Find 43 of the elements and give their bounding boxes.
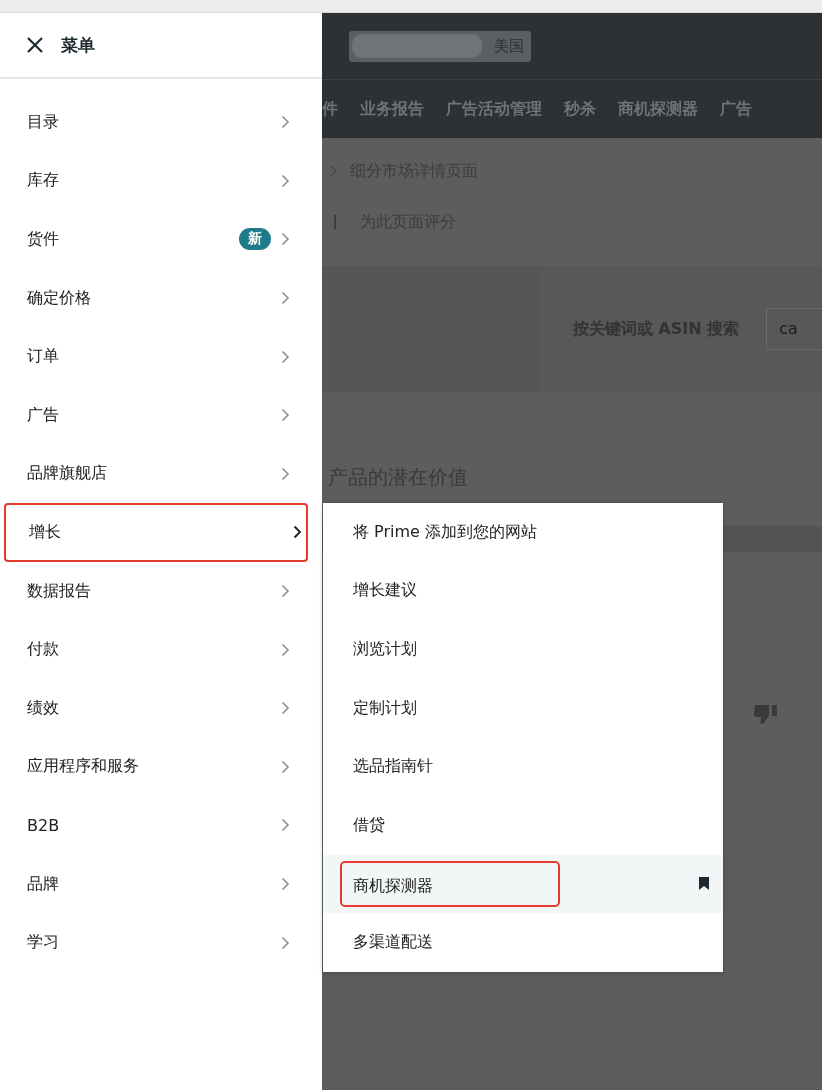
menu-item[interactable]: 广告: [0, 385, 318, 445]
submenu-item[interactable]: 借贷: [323, 795, 723, 855]
menu-item[interactable]: 绩效: [0, 678, 318, 738]
menu-item[interactable]: 确定价格: [0, 268, 318, 328]
chevron-right-icon: [281, 349, 290, 364]
submenu-item[interactable]: 多渠道配送: [323, 913, 723, 972]
menu-item[interactable]: 数据报告: [0, 561, 318, 621]
chevron-right-icon: [293, 525, 302, 540]
menu-item[interactable]: 应用程序和服务: [0, 737, 318, 797]
chevron-right-icon: [281, 642, 290, 657]
menu-item[interactable]: 增长: [4, 503, 308, 562]
new-badge: 新: [239, 228, 271, 251]
chevron-right-icon: [281, 818, 290, 833]
chevron-right-icon: [281, 291, 290, 306]
submenu-item[interactable]: 将 Prime 添加到您的网站: [323, 503, 723, 562]
menu-item[interactable]: 目录: [0, 93, 318, 152]
menu-item[interactable]: 库存: [0, 151, 318, 211]
chevron-right-icon: [281, 408, 290, 423]
chevron-right-icon: [281, 115, 290, 130]
submenu-item[interactable]: 定制计划: [323, 678, 723, 738]
menu-item[interactable]: 品牌旗舰店: [0, 444, 318, 504]
chevron-right-icon: [281, 935, 290, 950]
menu-item[interactable]: 学习: [0, 913, 318, 972]
submenu-item[interactable]: 商机探测器: [323, 854, 723, 914]
chevron-right-icon: [281, 877, 290, 891]
menu-item[interactable]: 订单: [0, 327, 318, 386]
close-icon[interactable]: [27, 37, 43, 53]
submenu-item[interactable]: 选品指南针: [323, 737, 723, 796]
menu-item[interactable]: 货件 新: [0, 210, 318, 269]
menu-item[interactable]: 付款: [0, 620, 318, 679]
thumbs-down-icon: [753, 702, 779, 726]
chevron-right-icon: [281, 701, 290, 716]
chevron-right-icon: [281, 759, 290, 774]
menu-item[interactable]: B2B: [0, 796, 318, 855]
menu-item[interactable]: 品牌: [0, 854, 318, 914]
chevron-right-icon: [281, 584, 290, 599]
menu-title: 菜单: [61, 33, 95, 57]
chevron-right-icon: [281, 232, 290, 247]
submenu-item[interactable]: 增长建议: [323, 561, 723, 621]
chevron-right-icon: [281, 466, 290, 481]
submenu-item[interactable]: 浏览计划: [323, 620, 723, 679]
chevron-right-icon: [281, 173, 290, 188]
bookmark-icon[interactable]: [699, 877, 709, 891]
